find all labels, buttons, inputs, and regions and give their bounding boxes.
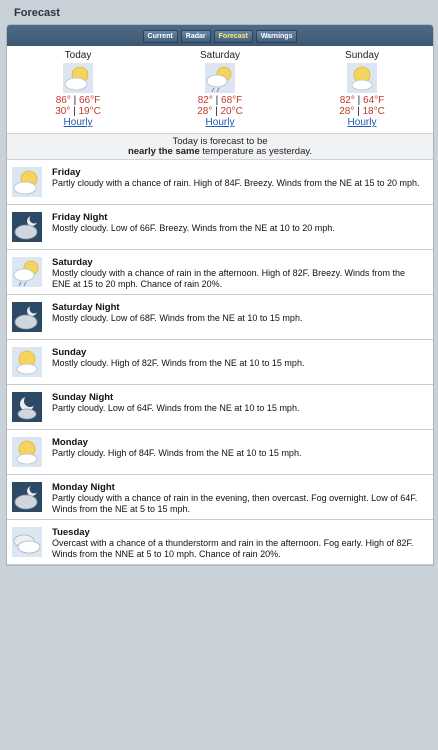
forecast-list: Friday Partly cloudy with a chance of rai…	[7, 160, 433, 565]
forecast-period-title: Sunday Night	[52, 392, 114, 403]
summary-day-label: Sunday	[345, 50, 379, 61]
forecast-period-title: Monday	[52, 437, 88, 448]
forecast-row-monday: Monday Partly cloudy. High of 84F. Winds …	[7, 430, 433, 475]
summary-day-label: Saturday	[199, 50, 241, 61]
partly-cloudy-night-icon	[12, 392, 42, 422]
summary-fahrenheit-low: 66°F	[79, 95, 101, 106]
forecast-period-text: Mostly cloudy. High of 82F. Winds from t…	[52, 358, 305, 368]
forecast-panel: Current Radar Forecast Warnings Today 86…	[6, 24, 434, 566]
tab-forecast[interactable]: Forecast	[213, 29, 253, 43]
hourly-link-sunday[interactable]: Hourly	[291, 117, 433, 128]
forecast-period-title: Saturday Night	[52, 302, 120, 313]
forecast-row-sunday-night: Sunday Night Partly cloudy. Low of 64F. W…	[7, 385, 433, 430]
forecast-period-text: Mostly cloudy. Low of 68F. Winds from th…	[52, 313, 303, 323]
summary-celsius-high: 30°	[55, 106, 71, 117]
forecast-period-text: Overcast with a chance of a thunderstorm…	[52, 538, 414, 559]
partly-cloudy-icon	[12, 167, 42, 197]
partly-cloudy-icon	[12, 347, 42, 377]
forecast-row-friday-night: Friday Night Mostly cloudy. Low of 66F. B…	[7, 205, 433, 250]
summary-celsius-high: 28°	[339, 106, 355, 117]
tab-radar[interactable]: Radar	[180, 29, 211, 43]
summary-celsius-low: 19°C	[78, 106, 101, 117]
summary-fahrenheit-low: 64°F	[363, 95, 385, 106]
summary-celsius-low: 20°C	[220, 106, 243, 117]
forecast-period-title: Sunday	[52, 347, 87, 358]
forecast-period-title: Friday Night	[52, 212, 108, 223]
temperature-comparison: Today is forecast to be nearly the same …	[7, 134, 433, 160]
three-day-summary: Today 86° | 66°F 30° | 19°C Hourly Satur…	[7, 46, 433, 134]
partly-cloudy-icon	[12, 437, 42, 467]
tab-current[interactable]: Current	[142, 29, 178, 43]
summary-celsius-low: 18°C	[362, 106, 385, 117]
comparison-line-2: temperature as yesterday.	[199, 146, 313, 157]
forecast-period-text: Partly cloudy. High of 84F. Winds from t…	[52, 448, 302, 458]
forecast-period-title: Tuesday	[52, 527, 90, 538]
partly-cloudy-night-icon	[12, 482, 42, 512]
summary-fahrenheit-high: 86°	[55, 95, 71, 106]
forecast-row-friday: Friday Partly cloudy with a chance of rai…	[7, 160, 433, 205]
summary-sunday: Sunday 82° | 64°F 28° | 18°C Hourly	[291, 46, 433, 133]
hourly-link-today[interactable]: Hourly	[7, 117, 149, 128]
partly-cloudy-rain-icon	[12, 257, 42, 287]
summary-today: Today 86° | 66°F 30° | 19°C Hourly	[7, 46, 149, 133]
summary-fahrenheit-low: 68°F	[221, 95, 243, 106]
partly-cloudy-icon	[63, 63, 93, 93]
header-title: Forecast	[14, 7, 60, 19]
forecast-period-text: Partly cloudy with a chance of rain. Hig…	[52, 178, 420, 188]
forecast-period-title: Friday	[52, 167, 81, 178]
forecast-period-text: Partly cloudy. Low of 64F. Winds from th…	[52, 403, 300, 413]
forecast-period-title: Monday Night	[52, 482, 115, 493]
forecast-row-sunday: Sunday Mostly cloudy. High of 82F. Winds …	[7, 340, 433, 385]
summary-celsius-high: 28°	[197, 106, 213, 117]
mostly-cloudy-night-icon	[12, 212, 42, 242]
forecast-row-monday-night: Monday Night Partly cloudy with a chance …	[7, 475, 433, 520]
partly-cloudy-rain-icon	[205, 63, 235, 93]
forecast-row-tuesday: Tuesday Overcast with a chance of a thund…	[7, 520, 433, 565]
forecast-row-saturday-night: Saturday Night Mostly cloudy. Low of 68F.…	[7, 295, 433, 340]
overcast-icon	[12, 527, 42, 557]
tab-bar: Current Radar Forecast Warnings	[7, 25, 433, 46]
partly-cloudy-icon	[347, 63, 377, 93]
summary-fahrenheit-high: 82°	[339, 95, 355, 106]
forecast-period-text: Mostly cloudy. Low of 66F. Breezy. Winds…	[52, 223, 335, 233]
summary-saturday: Saturday 82° | 68°F 28° | 20°C Hourly	[149, 46, 291, 133]
forecast-period-title: Saturday	[52, 257, 93, 268]
hourly-link-saturday[interactable]: Hourly	[149, 117, 291, 128]
comparison-emphasis: nearly the same	[127, 146, 200, 157]
forecast-row-saturday: Saturday Mostly cloudy with a chance of r…	[7, 250, 433, 295]
summary-fahrenheit-high: 82°	[197, 95, 213, 106]
mostly-cloudy-night-icon	[12, 302, 42, 332]
tab-warnings[interactable]: Warnings	[255, 29, 298, 43]
forecast-period-text: Mostly cloudy with a chance of rain in t…	[52, 268, 406, 289]
forecast-period-text: Partly cloudy with a chance of rain in t…	[52, 493, 418, 514]
summary-day-label: Today	[64, 50, 92, 61]
